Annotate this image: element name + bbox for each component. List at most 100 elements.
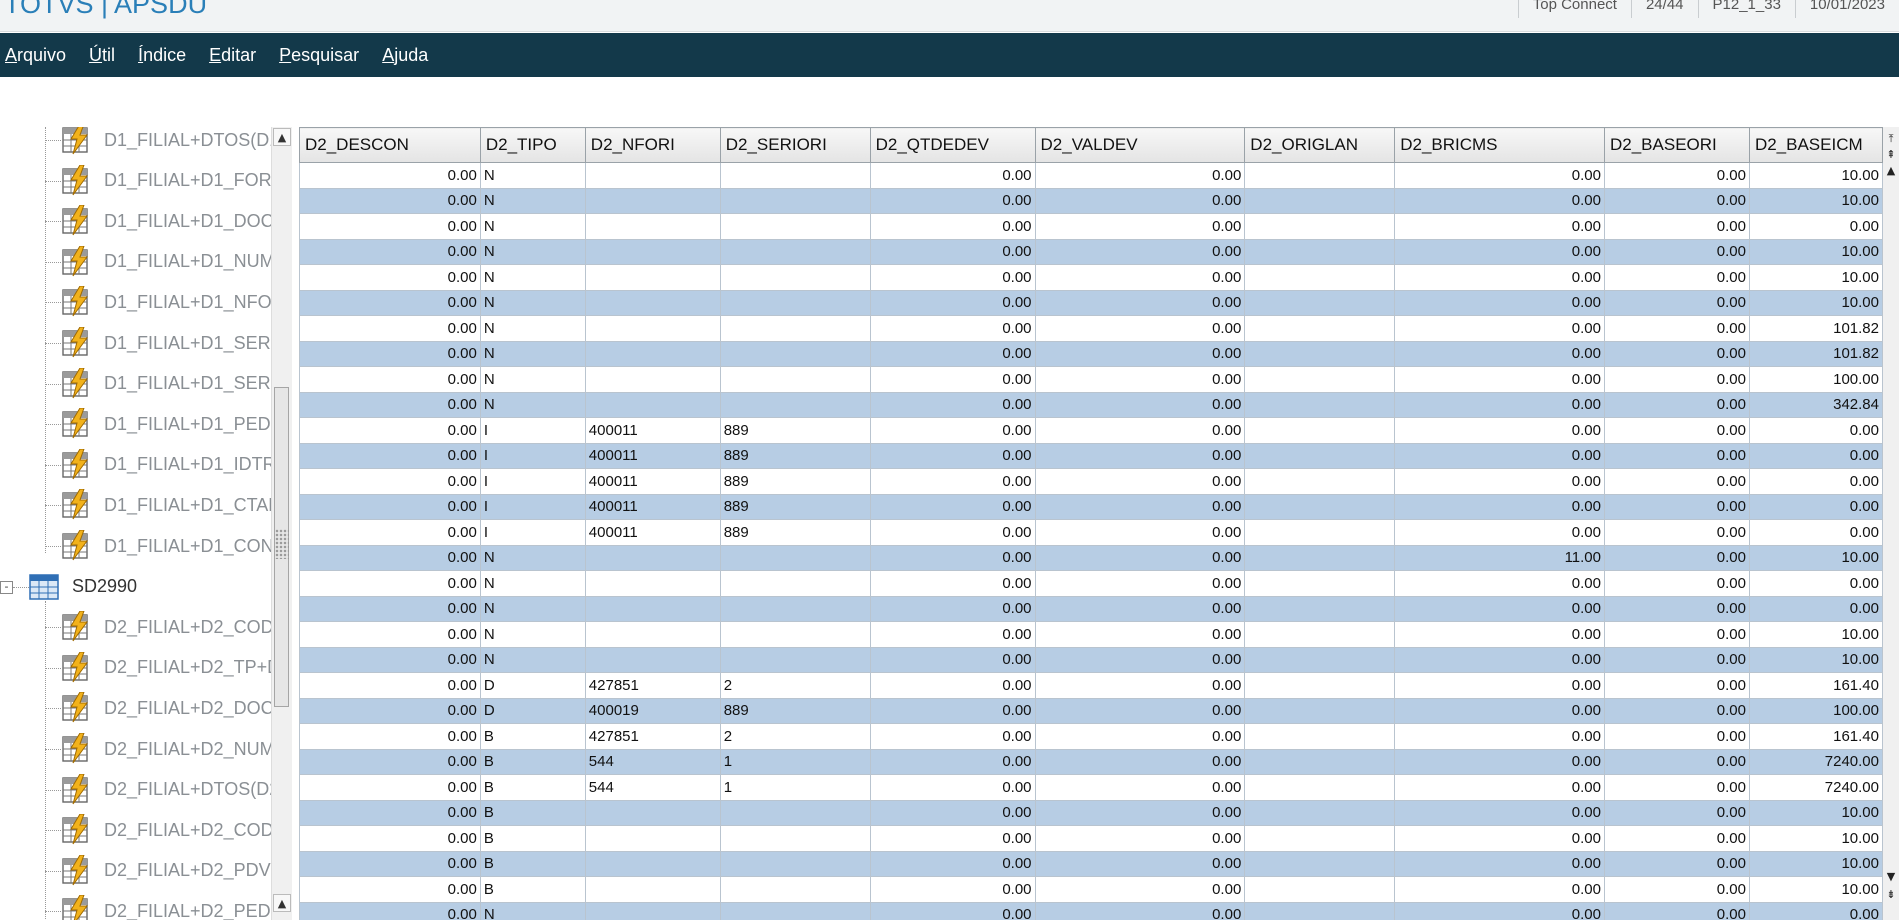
scroll-top-icon[interactable]: ⤒ bbox=[1883, 132, 1899, 146]
cell-d2-descon[interactable]: 0.00 bbox=[299, 162, 481, 189]
table-row[interactable]: 0.00 N 0.00 0.00 0.00 0.00 342.84 bbox=[299, 391, 1883, 418]
cell-d2-descon[interactable]: 0.00 bbox=[299, 238, 481, 265]
cell-d2-valdev[interactable]: 0.00 bbox=[1034, 162, 1246, 189]
cell-d2-bricms[interactable]: 0.00 bbox=[1394, 493, 1605, 520]
cell-d2-qtdedev[interactable]: 0.00 bbox=[869, 697, 1036, 724]
cell-d2-origlan[interactable] bbox=[1244, 621, 1396, 648]
cell-d2-seriori[interactable] bbox=[719, 825, 871, 852]
cell-d2-valdev[interactable]: 0.00 bbox=[1034, 850, 1246, 877]
cell-d2-seriori[interactable]: 2 bbox=[719, 723, 871, 750]
cell-d2-seriori[interactable] bbox=[719, 544, 871, 571]
cell-d2-bricms[interactable]: 0.00 bbox=[1394, 646, 1605, 673]
cell-d2-valdev[interactable]: 0.00 bbox=[1034, 799, 1246, 826]
cell-d2-valdev[interactable]: 0.00 bbox=[1034, 417, 1246, 444]
cell-d2-baseicm[interactable]: 7240.00 bbox=[1748, 774, 1883, 801]
cell-d2-bricms[interactable]: 0.00 bbox=[1394, 570, 1605, 597]
cell-d2-baseori[interactable]: 0.00 bbox=[1604, 646, 1750, 673]
cell-d2-valdev[interactable]: 0.00 bbox=[1034, 774, 1246, 801]
cell-d2-nfori[interactable]: 400011 bbox=[584, 417, 721, 444]
cell-d2-origlan[interactable] bbox=[1244, 697, 1396, 724]
cell-d2-baseori[interactable]: 0.00 bbox=[1604, 876, 1750, 903]
cell-d2-baseori[interactable]: 0.00 bbox=[1604, 162, 1750, 189]
cell-d2-bricms[interactable]: 0.00 bbox=[1394, 774, 1605, 801]
cell-d2-qtdedev[interactable]: 0.00 bbox=[869, 417, 1036, 444]
cell-d2-seriori[interactable] bbox=[719, 621, 871, 648]
cell-d2-descon[interactable]: 0.00 bbox=[299, 850, 481, 877]
cell-d2-origlan[interactable] bbox=[1244, 391, 1396, 418]
cell-d2-nfori[interactable] bbox=[584, 366, 721, 393]
cell-d2-descon[interactable]: 0.00 bbox=[299, 315, 481, 342]
cell-d2-valdev[interactable]: 0.00 bbox=[1034, 315, 1246, 342]
cell-d2-origlan[interactable] bbox=[1244, 264, 1396, 291]
cell-d2-bricms[interactable]: 0.00 bbox=[1394, 238, 1605, 265]
cell-d2-descon[interactable]: 0.00 bbox=[299, 799, 481, 826]
cell-d2-descon[interactable]: 0.00 bbox=[299, 672, 481, 699]
cell-d2-qtdedev[interactable]: 0.00 bbox=[869, 748, 1036, 775]
menu-pesquisar[interactable]: Pesquisar bbox=[279, 45, 359, 66]
cell-d2-tipo[interactable]: N bbox=[479, 544, 586, 571]
cell-d2-qtdedev[interactable]: 0.00 bbox=[869, 442, 1036, 469]
tree-scroll-up-icon[interactable]: ▲ bbox=[273, 128, 291, 146]
cell-d2-tipo[interactable]: D bbox=[479, 697, 586, 724]
cell-d2-tipo[interactable]: B bbox=[479, 723, 586, 750]
cell-d2-tipo[interactable]: N bbox=[479, 646, 586, 673]
cell-d2-qtdedev[interactable]: 0.00 bbox=[869, 595, 1036, 622]
table-row[interactable]: 0.00 I 400011 889 0.00 0.00 0.00 0.00 0.00 bbox=[299, 493, 1883, 520]
menu-ajuda[interactable]: Ajuda bbox=[382, 45, 428, 66]
cell-d2-tipo[interactable]: I bbox=[479, 417, 586, 444]
cell-d2-baseicm[interactable]: 0.00 bbox=[1748, 442, 1883, 469]
cell-d2-descon[interactable]: 0.00 bbox=[299, 289, 481, 316]
cell-d2-seriori[interactable]: 889 bbox=[719, 493, 871, 520]
cell-d2-valdev[interactable]: 0.00 bbox=[1034, 748, 1246, 775]
cell-d2-origlan[interactable] bbox=[1244, 799, 1396, 826]
cell-d2-bricms[interactable]: 0.00 bbox=[1394, 391, 1605, 418]
tree-item-d2-index[interactable]: D2_FILIAL+D2_DOC+ bbox=[60, 688, 272, 728]
cell-d2-valdev[interactable]: 0.00 bbox=[1034, 187, 1246, 214]
cell-d2-baseori[interactable]: 0.00 bbox=[1604, 340, 1750, 367]
cell-d2-baseicm[interactable]: 10.00 bbox=[1748, 187, 1883, 214]
cell-d2-baseori[interactable]: 0.00 bbox=[1604, 825, 1750, 852]
table-row[interactable]: 0.00 N 0.00 0.00 0.00 0.00 10.00 bbox=[299, 238, 1883, 265]
menu-editar[interactable]: Editar bbox=[209, 45, 256, 66]
table-row[interactable]: 0.00 N 0.00 0.00 0.00 0.00 0.00 bbox=[299, 570, 1883, 597]
column-header-d2-descon[interactable]: D2_DESCON bbox=[299, 127, 481, 163]
cell-d2-baseori[interactable]: 0.00 bbox=[1604, 391, 1750, 418]
cell-d2-seriori[interactable]: 889 bbox=[719, 468, 871, 495]
cell-d2-bricms[interactable]: 0.00 bbox=[1394, 595, 1605, 622]
tree-item-d2-index[interactable]: D2_FILIAL+D2_NUMS bbox=[60, 729, 272, 769]
cell-d2-tipo[interactable]: N bbox=[479, 289, 586, 316]
tree-item-d2-index[interactable]: D2_FILIAL+D2_COD+ bbox=[60, 810, 272, 850]
cell-d2-descon[interactable]: 0.00 bbox=[299, 723, 481, 750]
cell-d2-baseori[interactable]: 0.00 bbox=[1604, 621, 1750, 648]
column-header-d2-baseori[interactable]: D2_BASEORI bbox=[1604, 127, 1750, 163]
cell-d2-descon[interactable]: 0.00 bbox=[299, 901, 481, 920]
cell-d2-nfori[interactable]: 427851 bbox=[584, 672, 721, 699]
cell-d2-qtdedev[interactable]: 0.00 bbox=[869, 850, 1036, 877]
cell-d2-valdev[interactable]: 0.00 bbox=[1034, 621, 1246, 648]
cell-d2-descon[interactable]: 0.00 bbox=[299, 417, 481, 444]
cell-d2-seriori[interactable] bbox=[719, 238, 871, 265]
cell-d2-baseicm[interactable]: 10.00 bbox=[1748, 544, 1883, 571]
table-row[interactable]: 0.00 N 0.00 0.00 0.00 0.00 10.00 bbox=[299, 289, 1883, 316]
tree-item-d2-index[interactable]: D2_FILIAL+D2_PDV+ bbox=[60, 851, 272, 891]
table-row[interactable]: 0.00 B 0.00 0.00 0.00 0.00 10.00 bbox=[299, 876, 1883, 903]
cell-d2-baseori[interactable]: 0.00 bbox=[1604, 187, 1750, 214]
cell-d2-seriori[interactable] bbox=[719, 876, 871, 903]
cell-d2-valdev[interactable]: 0.00 bbox=[1034, 391, 1246, 418]
table-row[interactable]: 0.00 N 0.00 0.00 0.00 0.00 100.00 bbox=[299, 366, 1883, 393]
table-row[interactable]: 0.00 N 0.00 0.00 0.00 0.00 10.00 bbox=[299, 646, 1883, 673]
cell-d2-baseicm[interactable]: 0.00 bbox=[1748, 213, 1883, 240]
cell-d2-tipo[interactable]: B bbox=[479, 825, 586, 852]
cell-d2-descon[interactable]: 0.00 bbox=[299, 493, 481, 520]
cell-d2-baseicm[interactable]: 0.00 bbox=[1748, 417, 1883, 444]
cell-d2-valdev[interactable]: 0.00 bbox=[1034, 570, 1246, 597]
cell-d2-nfori[interactable]: 544 bbox=[584, 748, 721, 775]
cell-d2-bricms[interactable]: 0.00 bbox=[1394, 289, 1605, 316]
cell-d2-origlan[interactable] bbox=[1244, 468, 1396, 495]
cell-d2-descon[interactable]: 0.00 bbox=[299, 213, 481, 240]
cell-d2-origlan[interactable] bbox=[1244, 544, 1396, 571]
cell-d2-tipo[interactable]: D bbox=[479, 672, 586, 699]
cell-d2-baseicm[interactable]: 161.40 bbox=[1748, 723, 1883, 750]
cell-d2-baseori[interactable]: 0.00 bbox=[1604, 799, 1750, 826]
cell-d2-qtdedev[interactable]: 0.00 bbox=[869, 213, 1036, 240]
